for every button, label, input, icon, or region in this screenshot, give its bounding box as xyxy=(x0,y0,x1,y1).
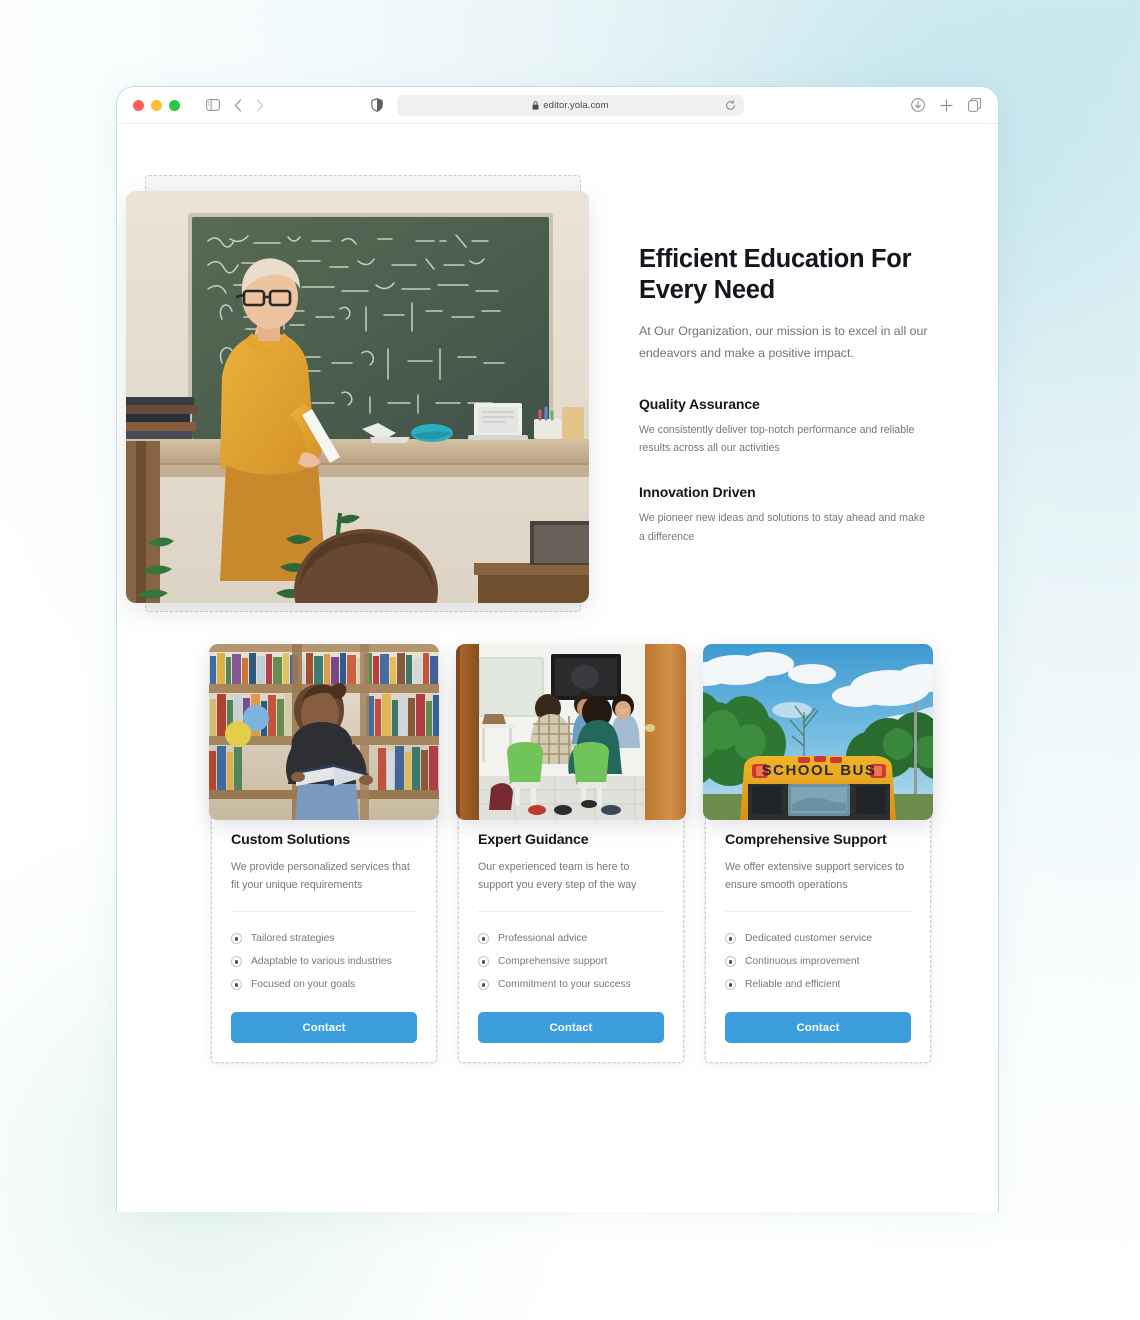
hero-text-block: Efficient Education For Every Need At Ou… xyxy=(639,244,929,546)
lock-icon xyxy=(532,100,539,110)
card-bullet-list: Professional advice Comprehensive suppor… xyxy=(478,927,664,996)
card-divider xyxy=(478,911,664,913)
feature-quality-assurance: Quality Assurance We consistently delive… xyxy=(639,396,929,457)
list-item-label: Adaptable to various industries xyxy=(251,956,392,968)
feature-body: We pioneer new ideas and solutions to st… xyxy=(639,512,926,543)
bullet-icon xyxy=(725,956,736,968)
card-image-classroom[interactable] xyxy=(456,644,686,820)
card-comprehensive-support[interactable]: SCHOOL BUS Comprehensive Support We offe… xyxy=(703,644,933,1065)
list-item-label: Professional advice xyxy=(498,933,588,945)
list-item: Professional advice xyxy=(478,927,664,950)
list-item: Adaptable to various industries xyxy=(231,950,417,973)
list-item-label: Tailored strategies xyxy=(251,933,335,945)
contact-button[interactable]: Contact xyxy=(725,1012,911,1044)
list-item: Comprehensive support xyxy=(478,950,664,973)
shield-icon[interactable] xyxy=(371,98,383,112)
bullet-icon xyxy=(231,956,242,968)
card-expert-guidance[interactable]: Expert Guidance Our experienced team is … xyxy=(456,644,686,1065)
card-divider xyxy=(231,911,417,913)
list-item: Tailored strategies xyxy=(231,927,417,950)
list-item: Reliable and efficient xyxy=(725,973,911,996)
minimize-window-button[interactable] xyxy=(151,99,162,111)
hero-lead: At Our Organization, our mission is to e… xyxy=(639,323,928,360)
card-description: We provide personalized services that fi… xyxy=(231,861,410,892)
reload-icon[interactable] xyxy=(725,99,736,111)
feature-title: Quality Assurance xyxy=(639,395,760,412)
list-item: Commitment to your success xyxy=(478,973,664,996)
bullet-icon xyxy=(478,933,489,945)
list-item-label: Dedicated customer service xyxy=(745,933,873,945)
card-title: Expert Guidance xyxy=(478,832,589,848)
browser-toolbar-right xyxy=(911,98,982,112)
list-item-label: Focused on your goals xyxy=(251,979,356,991)
contact-button[interactable]: Contact xyxy=(231,1012,417,1044)
back-button[interactable] xyxy=(234,98,242,112)
address-bar-url: editor.yola.com xyxy=(543,99,609,111)
card-image-school-bus[interactable]: SCHOOL BUS xyxy=(703,644,933,820)
page-canvas: Efficient Education For Every Need At Ou… xyxy=(117,124,998,1212)
list-item-label: Reliable and efficient xyxy=(745,979,841,991)
card-divider xyxy=(725,911,911,913)
bullet-icon xyxy=(231,979,242,991)
list-item-label: Continuous improvement xyxy=(745,956,860,968)
bullet-icon xyxy=(725,933,736,945)
page-title: Efficient Education For Every Need xyxy=(639,245,912,304)
card-image-library[interactable] xyxy=(209,644,439,820)
copy-tabs-icon[interactable] xyxy=(968,98,982,112)
hero-image[interactable] xyxy=(126,191,589,603)
cards-row: Custom Solutions We provide personalized… xyxy=(209,644,933,1065)
plus-icon[interactable] xyxy=(940,98,953,112)
card-description: We offer extensive support services to e… xyxy=(725,861,905,892)
card-custom-solutions[interactable]: Custom Solutions We provide personalized… xyxy=(209,644,439,1065)
list-item: Dedicated customer service xyxy=(725,927,911,950)
contact-button[interactable]: Contact xyxy=(478,1012,664,1044)
hero-image-selection-frame[interactable] xyxy=(126,175,589,612)
feature-title: Innovation Driven xyxy=(639,484,756,501)
bullet-icon xyxy=(231,933,242,945)
forward-button[interactable] xyxy=(256,98,264,112)
bullet-icon xyxy=(478,956,489,968)
feature-body: We consistently deliver top-notch perfor… xyxy=(639,423,915,455)
card-description: Our experienced team is here to support … xyxy=(478,861,637,892)
list-item-label: Commitment to your success xyxy=(498,979,631,991)
bullet-icon xyxy=(478,979,489,991)
navigation-controls xyxy=(206,98,264,112)
address-bar[interactable]: editor.yola.com xyxy=(397,94,744,116)
card-bullet-list: Dedicated customer service Continuous im… xyxy=(725,927,911,996)
list-item: Continuous improvement xyxy=(725,950,911,973)
list-item-label: Comprehensive support xyxy=(498,956,608,968)
sidebar-icon[interactable] xyxy=(206,99,220,111)
list-item: Focused on your goals xyxy=(231,973,417,996)
bullet-icon xyxy=(725,979,736,991)
download-icon[interactable] xyxy=(911,98,925,112)
close-window-button[interactable] xyxy=(133,99,144,111)
card-title: Comprehensive Support xyxy=(725,832,887,848)
card-title: Custom Solutions xyxy=(231,832,350,848)
browser-window: editor.yola.com Efficient Education For … xyxy=(116,86,999,1212)
feature-innovation-driven: Innovation Driven We pioneer new ideas a… xyxy=(639,484,929,545)
card-bullet-list: Tailored strategies Adaptable to various… xyxy=(231,927,417,996)
maximize-window-button[interactable] xyxy=(169,99,180,111)
browser-titlebar: editor.yola.com xyxy=(117,87,998,124)
window-controls[interactable] xyxy=(133,99,180,111)
